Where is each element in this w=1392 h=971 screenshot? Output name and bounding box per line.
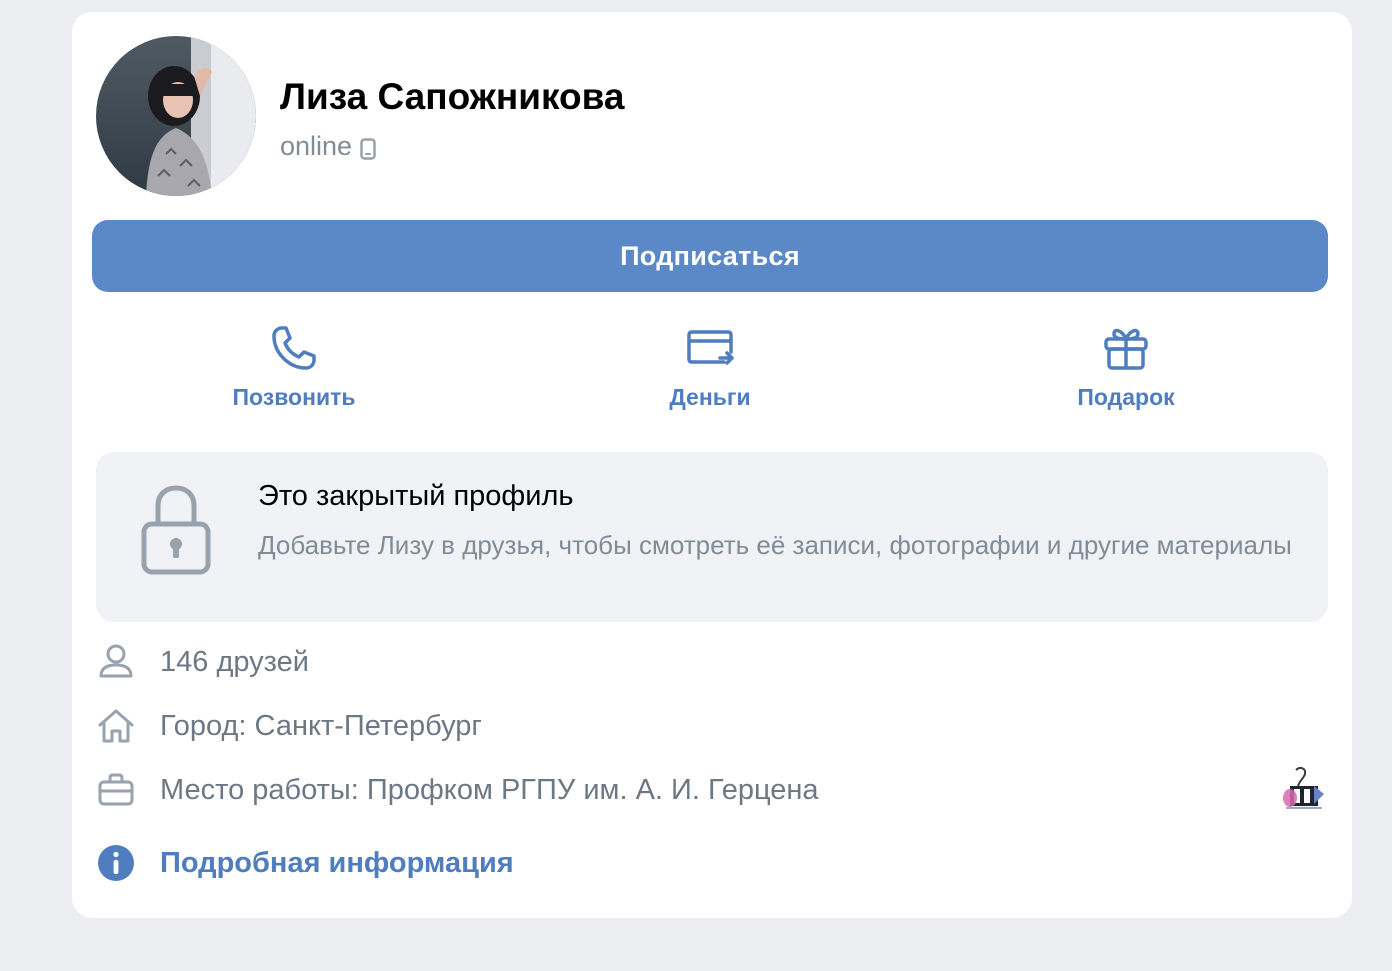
gift-button[interactable]: Подарок	[1006, 322, 1246, 411]
call-label: Позвонить	[232, 384, 356, 410]
work-text: Место работы: Профком РГПУ им. А. И. Гер…	[160, 773, 819, 806]
mobile-phone-icon	[360, 136, 376, 160]
briefcase-icon	[98, 773, 134, 806]
friends-count: 146 друзей	[160, 645, 309, 678]
home-icon	[98, 709, 134, 743]
friends-row[interactable]: 146 друзей	[96, 642, 309, 682]
private-profile-notice: Это закрытый профиль Добавьте Лизу в дру…	[96, 452, 1328, 622]
lock-icon	[141, 485, 211, 575]
profile-name: Лиза Сапожникова	[280, 76, 625, 117]
user-icon	[99, 644, 133, 678]
gift-icon	[1104, 328, 1148, 370]
community-avatar[interactable]	[1278, 764, 1330, 816]
subscribe-button[interactable]: Подписаться	[92, 220, 1328, 292]
profile-card: Лиза Сапожникова online Подписаться Позв…	[72, 12, 1352, 918]
city-row: Город: Санкт-Петербург	[96, 706, 482, 746]
money-button[interactable]: Деньги	[590, 322, 830, 411]
money-label: Деньги	[669, 384, 751, 410]
private-description: Добавьте Лизу в друзья, чтобы смотреть е…	[258, 530, 1292, 560]
work-row[interactable]: Место работы: Профком РГПУ им. А. И. Гер…	[96, 770, 819, 810]
more-info-label: Подробная информация	[160, 846, 514, 879]
more-info-link[interactable]: Подробная информация	[96, 843, 514, 883]
gift-label: Подарок	[1077, 384, 1175, 410]
phone-icon	[272, 326, 316, 370]
private-title: Это закрытый профиль	[258, 480, 574, 512]
call-button[interactable]: Позвонить	[174, 322, 414, 411]
money-transfer-icon	[687, 330, 734, 365]
info-icon	[98, 845, 134, 881]
status-text: online	[280, 131, 353, 161]
avatar[interactable]	[96, 36, 256, 196]
city-text: Город: Санкт-Петербург	[160, 709, 482, 742]
online-status: online	[280, 131, 376, 162]
